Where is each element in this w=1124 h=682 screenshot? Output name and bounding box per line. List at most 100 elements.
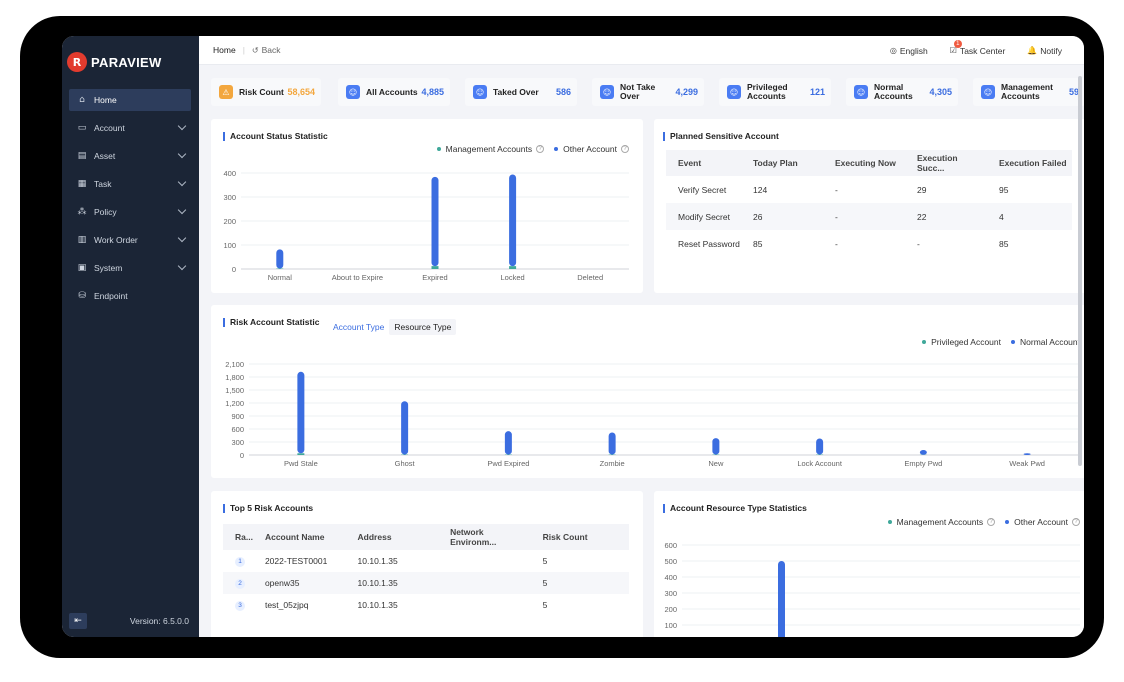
table-row[interactable]: Modify Secret 26-22 4 [666,203,1072,230]
sidebar-item-work-order[interactable]: ▥ Work Order [69,229,191,251]
y-tick-label: 1,200 [225,399,244,408]
language-switch[interactable]: ◎ English [890,46,928,56]
y-tick-label: 2,100 [225,360,244,369]
table-row[interactable]: 2 openw35 10.10.1.35 5 [223,572,629,594]
column-header[interactable]: Execution Succ... [905,150,987,176]
bar-other-account [276,249,284,269]
column-header[interactable]: Address [345,524,439,550]
top5-table: Ra... Account Name Address Network Environm… [223,524,629,616]
policy-icon: ⁂ [77,207,87,217]
sidebar-item-task[interactable]: ▦ Task [69,173,191,195]
bar-normal-account [816,438,824,455]
topbar: Home | ↺ Back ◎ English ☑ 1 Task Center 🔔 No… [199,36,1084,65]
breadcrumb-divider: | [242,45,245,55]
breadcrumb-home[interactable]: Home [213,45,236,55]
column-header[interactable]: Network Environm... [438,524,531,550]
stat-privileged-accounts[interactable]: ☺ Privileged Accounts 121 [719,78,831,106]
table-cell: 3 [223,594,253,616]
table-cell: 29 [917,184,927,195]
planned-panel: Planned Sensitive Account Event Today Pla… [654,119,1084,293]
brand-logo[interactable]: R PARAVIEW [62,36,199,78]
stat-all-accounts[interactable]: ☺ All Accounts 4,885 [338,78,450,106]
table-cell: 85 [753,238,763,249]
column-header[interactable]: Risk Count [530,524,629,550]
x-tick-label: Deleted [577,273,603,282]
stat-label: Normal Accounts [874,82,913,101]
user-icon: ☺ [727,85,741,99]
endpoint-icon: ⛁ [78,291,86,301]
y-tick-label: 500 [664,557,677,566]
back-icon[interactable]: ↺ [252,46,259,55]
table-cell: 22 [905,203,987,230]
column-header[interactable]: Ra... [223,524,253,550]
table-row[interactable]: Reset Password 85 - - 85 [666,230,1072,257]
system-icon: ▣ [77,263,87,273]
sidebar-item-label: Work Order [94,235,138,245]
sidebar-footer: ⇤ Version: 6.5.0.0 [69,613,189,629]
y-tick-label: 600 [231,425,244,434]
table-row[interactable]: Verify Secret 124 - 29 95 [666,176,1072,203]
x-tick-label: Empty Pwd [904,459,942,468]
y-tick-label: 100 [664,621,677,630]
user-icon: ☺ [854,85,868,99]
stat-label: Taked Over [493,86,539,97]
collapse-sidebar-icon[interactable]: ⇤ [69,613,87,629]
stat-not-take-over[interactable]: ☺ Not Take Over 4,299 [592,78,704,106]
x-tick-label: Pwd Stale [284,459,318,468]
table-cell: - [823,203,905,230]
column-header[interactable]: Today Plan [741,150,823,176]
table-cell: 1 [223,550,253,572]
column-header[interactable]: Execution Failed [987,150,1072,176]
y-tick-label: 1,800 [225,373,244,382]
table-cell: 2 [223,572,253,594]
task-center-button[interactable]: ☑ 1 Task Center [950,39,1006,56]
stat-label: Management Accounts [1001,82,1053,101]
bar-normal-account [297,371,305,454]
sidebar-item-system[interactable]: ▣ System [69,257,191,279]
chevron-down-icon[interactable] [177,177,187,187]
sidebar-item-asset[interactable]: ▤ Asset [69,145,191,167]
back-button[interactable]: Back [262,45,281,55]
column-header[interactable]: Account Name [252,524,346,550]
table-row[interactable]: 1 2022-TEST0001 10.10.1.35 5 [223,550,629,572]
table-row[interactable]: 3 test_05zjpq 10.10.1.35 5 [223,594,629,616]
stat-normal-accounts[interactable]: ☺ Normal Accounts 4,305 [846,78,958,106]
x-tick-label: Locked [501,273,525,282]
chevron-down-icon[interactable] [177,205,187,215]
stats-bar: ⚠ Risk Count 58,654 ☺ All Accounts 4,885 ☺ Take… [211,78,1084,106]
x-tick-label: Pwd Expired [487,459,529,468]
chevron-down-icon[interactable] [177,233,187,243]
account-icon: ▭ [77,123,87,133]
chevron-down-icon[interactable] [177,149,187,159]
rank-badge: 2 [235,578,245,589]
stat-management-accounts[interactable]: ☺ Management Accounts 59 [973,78,1084,106]
home-icon: ⌂ [79,95,85,105]
language-label: English [899,45,928,56]
task-center-label: Task Center [959,45,1006,56]
stat-label: All Accounts [366,86,418,97]
top5-title: Top 5 Risk Accounts [223,503,313,513]
table-cell: 5 [542,600,548,610]
work-order-icon: ▥ [77,235,87,245]
x-tick-label: Zombie [600,459,625,468]
y-tick-label: 300 [223,193,236,202]
sidebar-item-account[interactable]: ▭ Account [69,117,191,139]
sidebar-item-home[interactable]: ⌂ Home [69,89,191,111]
page-scrollbar[interactable] [1078,76,1082,466]
table-cell [438,572,531,594]
column-header[interactable]: Executing Now [823,150,905,176]
sidebar-item-policy[interactable]: ⁂ Policy [69,201,191,223]
chevron-down-icon[interactable] [177,121,187,131]
sidebar-item-endpoint[interactable]: ⛁ Endpoint [69,285,191,307]
app-screen: R PARAVIEW ⌂ Home ▭ Account ▤ Asset ▦ Task ⁂ Poli… [62,36,1084,637]
y-tick-label: 200 [664,605,677,614]
x-tick-label: About to Expire [332,273,383,282]
chevron-down-icon[interactable] [177,261,187,271]
notify-button[interactable]: 🔔 Notify [1027,46,1062,56]
notify-label: Notify [1040,45,1062,56]
column-header[interactable]: Event [666,150,741,176]
stat-risk-count[interactable]: ⚠ Risk Count 58,654 [211,78,321,106]
stat-taked-over[interactable]: ☺ Taked Over 586 [465,78,577,106]
y-tick-label: 200 [223,217,236,226]
planned-title: Planned Sensitive Account [663,131,779,141]
